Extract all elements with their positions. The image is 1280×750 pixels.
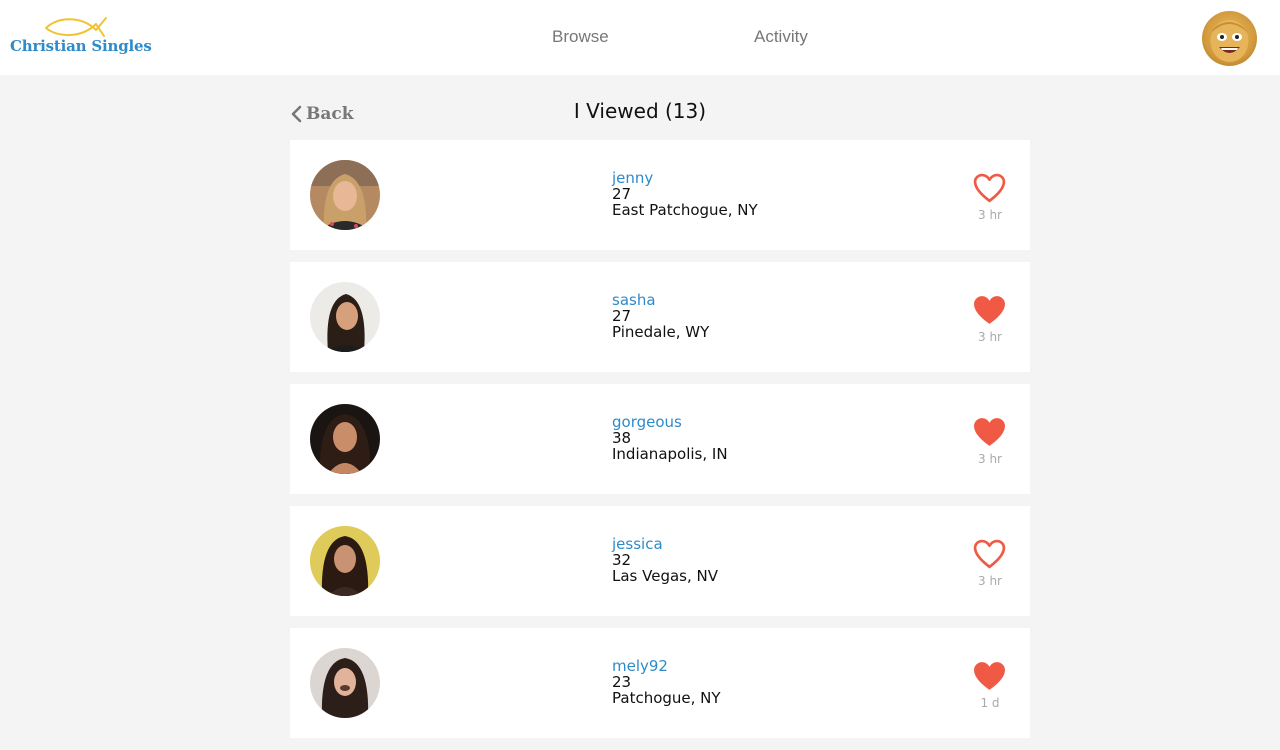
profile-card[interactable]: jenny 27 East Patchogue, NY 3 hr (290, 140, 1030, 250)
profile-info: jessica 32 Las Vegas, NV (612, 536, 718, 584)
christian-singles-logo[interactable]: Christian Singles (10, 12, 152, 62)
profile-photo[interactable] (310, 160, 380, 230)
profile-location: East Patchogue, NY (612, 201, 758, 219)
profile-age: 27 (612, 307, 632, 325)
profile-username[interactable]: gorgeous (612, 414, 728, 430)
profile-location: Indianapolis, IN (612, 445, 728, 463)
logo-text: Christian Singles (10, 37, 152, 55)
profile-age: 23 (612, 673, 632, 691)
profile-info: mely92 23 Patchogue, NY (612, 658, 721, 706)
profile-photo[interactable] (310, 282, 380, 352)
profile-location: Pinedale, WY (612, 323, 710, 341)
profile-age: 27 (612, 185, 632, 203)
profile-card[interactable]: mely92 23 Patchogue, NY 1 d (290, 628, 1030, 738)
user-avatar[interactable] (1202, 11, 1257, 66)
viewed-profiles-list: jenny 27 East Patchogue, NY 3 hr sasha 2… (290, 140, 1030, 750)
profile-card[interactable]: gorgeous 38 Indianapolis, IN 3 hr (290, 384, 1030, 494)
cartoon-face-icon (1210, 20, 1249, 62)
viewed-time: 3 hr (978, 452, 1002, 466)
viewed-time: 3 hr (978, 574, 1002, 588)
profile-age: 32 (612, 551, 632, 569)
top-header: Christian Singles Browse Activity (0, 0, 1280, 75)
profile-photo[interactable] (310, 404, 380, 474)
profile-card[interactable]: sasha 27 Pinedale, WY 3 hr (290, 262, 1030, 372)
profile-photo[interactable] (310, 648, 380, 718)
viewed-time: 1 d (980, 696, 1000, 710)
profile-info: sasha 27 Pinedale, WY (612, 292, 709, 340)
heart-filled-icon[interactable] (973, 417, 1006, 448)
profile-username[interactable]: mely92 (612, 658, 721, 674)
heart-filled-icon[interactable] (973, 661, 1006, 692)
profile-username[interactable]: jessica (612, 536, 718, 552)
nav-activity[interactable]: Activity (754, 27, 808, 47)
heart-outline-icon[interactable] (973, 173, 1006, 204)
profile-location: Patchogue, NY (612, 689, 721, 707)
profile-username[interactable]: sasha (612, 292, 709, 308)
nav-browse[interactable]: Browse (552, 27, 609, 47)
profile-photo[interactable] (310, 526, 380, 596)
profile-age: 38 (612, 429, 632, 447)
viewed-time: 3 hr (978, 208, 1002, 222)
heart-filled-icon[interactable] (973, 295, 1006, 326)
viewed-time: 3 hr (978, 330, 1002, 344)
profile-info: jenny 27 East Patchogue, NY (612, 170, 758, 218)
page-title: I Viewed (13) (573, 99, 707, 123)
profile-info: gorgeous 38 Indianapolis, IN (612, 414, 728, 462)
profile-card[interactable]: jessica 32 Las Vegas, NV 3 hr (290, 506, 1030, 616)
profile-location: Las Vegas, NV (612, 567, 719, 585)
heart-outline-icon[interactable] (973, 539, 1006, 570)
profile-username[interactable]: jenny (612, 170, 758, 186)
